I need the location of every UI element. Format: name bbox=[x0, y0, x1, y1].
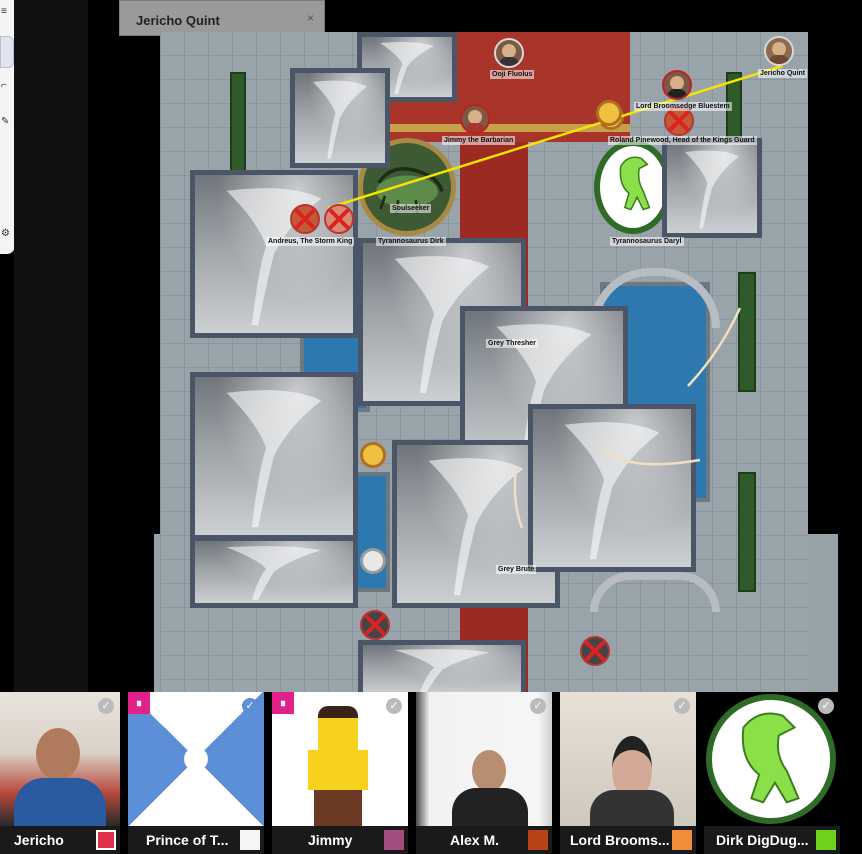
participant-name: Jimmy bbox=[308, 832, 353, 848]
participant-name: Dirk DigDug... bbox=[716, 832, 809, 848]
check-icon: ✓ bbox=[98, 698, 114, 714]
pause-icon[interactable]: ⏸ bbox=[128, 692, 150, 714]
token-ooji-fluolus[interactable] bbox=[494, 38, 524, 68]
token-label: Soulseeker bbox=[390, 204, 432, 213]
gear-icon[interactable]: ⚙ bbox=[1, 228, 10, 239]
token-andreus-dead-1[interactable] bbox=[290, 204, 320, 234]
participant-namebar: Prince of T... bbox=[128, 826, 264, 854]
map-toolbar: ≡ ⌐ ✎ ⚙ bbox=[0, 0, 15, 254]
ruler-icon[interactable]: ⌐ bbox=[1, 80, 7, 91]
avatar-image bbox=[704, 692, 840, 826]
participant-name: Lord Brooms... bbox=[570, 832, 670, 848]
battle-map[interactable]: Ooji Fluolus Jericho Quint Lord Broomsed… bbox=[160, 32, 808, 692]
color-swatch[interactable] bbox=[240, 830, 260, 850]
menu-icon[interactable]: ≡ bbox=[1, 6, 7, 17]
pause-icon[interactable]: ⏸ bbox=[272, 692, 294, 714]
participant-namebar: Dirk DigDug... bbox=[704, 826, 840, 854]
participant-tile[interactable]: ⏸ ✓ Jimmy bbox=[272, 692, 408, 854]
participant-tile[interactable]: ✓ Alex M. bbox=[416, 692, 552, 854]
color-swatch[interactable] bbox=[528, 830, 548, 850]
participant-namebar: Jimmy bbox=[272, 826, 408, 854]
avatar-body bbox=[590, 790, 674, 826]
draw-icon[interactable]: ✎ bbox=[1, 116, 9, 127]
token-label: Roland Pinewood, Head of the Kings Guard bbox=[608, 136, 757, 145]
avatar bbox=[36, 728, 80, 780]
token-dead-lower-1[interactable] bbox=[360, 610, 390, 640]
token-label: Grey Thresher bbox=[486, 339, 538, 348]
character-tab-name: Jericho Quint bbox=[136, 13, 220, 28]
token-label: Jericho Quint bbox=[758, 69, 808, 78]
participant-namebar: Lord Brooms... bbox=[560, 826, 696, 854]
participant-tile[interactable]: ✓ Dirk DigDug... bbox=[704, 692, 840, 854]
color-swatch[interactable] bbox=[384, 830, 404, 850]
check-icon: ✓ bbox=[386, 698, 402, 714]
token-label: Tyrannosaurus Dirk bbox=[376, 237, 446, 246]
token-andreus-dead-2[interactable] bbox=[324, 204, 354, 234]
participant-name: Prince of T... bbox=[146, 832, 229, 848]
brazier-4 bbox=[596, 100, 622, 126]
token-label: Tyrannosaurus Daryl bbox=[610, 237, 684, 246]
check-icon: ✓ bbox=[530, 698, 546, 714]
sidebar-background bbox=[14, 0, 88, 692]
video-bar: ✓ Jericho ⏸ ✓ Prince of T... ⏸ ✓ Jimmy ✓… bbox=[0, 692, 862, 854]
lego-torso bbox=[308, 750, 368, 790]
token-jericho-quint[interactable] bbox=[764, 36, 794, 66]
dino-avatar bbox=[706, 694, 836, 824]
token-lord-broomsedge[interactable] bbox=[662, 70, 692, 100]
check-icon: ✓ bbox=[818, 698, 834, 714]
check-icon: ✓ bbox=[242, 698, 258, 714]
webcam-feed bbox=[416, 692, 552, 826]
color-swatch[interactable] bbox=[816, 830, 836, 850]
participant-namebar: Alex M. bbox=[416, 826, 552, 854]
token-dead-lower-2[interactable] bbox=[580, 636, 610, 666]
token-label: Andreus, The Storm King bbox=[266, 237, 355, 246]
color-swatch[interactable] bbox=[96, 830, 116, 850]
participant-tile[interactable]: ✓ Jericho bbox=[0, 692, 120, 854]
participant-name: Jericho bbox=[14, 832, 64, 848]
character-tab[interactable]: Jericho Quint × bbox=[119, 0, 325, 36]
close-icon[interactable]: × bbox=[307, 11, 314, 25]
participant-tile[interactable]: ⏸ ✓ Prince of T... bbox=[128, 692, 264, 854]
color-swatch[interactable] bbox=[672, 830, 692, 850]
token-label: Ooji Fluolus bbox=[490, 70, 535, 79]
participant-name: Alex M. bbox=[450, 832, 500, 848]
participant-tile[interactable]: ✓ Lord Brooms... bbox=[560, 692, 696, 854]
token-label: Jimmy the Barbarian bbox=[442, 136, 516, 145]
select-tool-button[interactable] bbox=[0, 36, 14, 68]
avatar-body bbox=[452, 788, 528, 826]
avatar-body bbox=[14, 778, 106, 826]
token-label: Lord Broomsedge Bluestem bbox=[634, 102, 732, 111]
check-icon: ✓ bbox=[674, 698, 690, 714]
avatar bbox=[472, 750, 506, 792]
lego-legs bbox=[314, 790, 362, 826]
webcam-feed bbox=[560, 692, 696, 826]
token-label: Grey Brute bbox=[496, 565, 537, 574]
participant-namebar: Jericho bbox=[0, 826, 120, 854]
map-edge-right bbox=[808, 534, 838, 692]
token-jimmy-barbarian[interactable] bbox=[460, 104, 490, 134]
